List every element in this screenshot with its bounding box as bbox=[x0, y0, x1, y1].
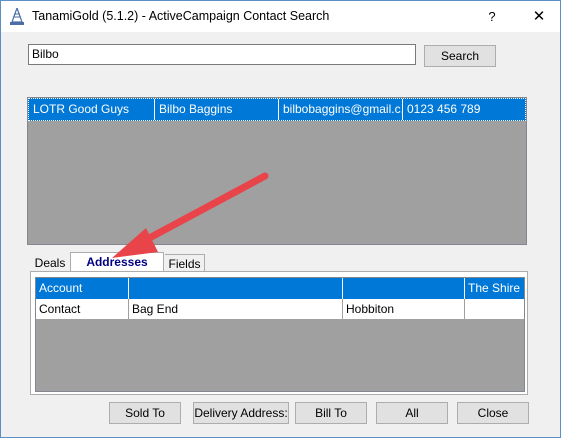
address-street-cell: Bag End bbox=[129, 299, 343, 320]
search-input[interactable] bbox=[28, 44, 416, 65]
search-button[interactable]: Search bbox=[424, 45, 496, 67]
help-button[interactable]: ? bbox=[477, 3, 507, 31]
result-phone-cell: 0123 456 789 bbox=[402, 99, 525, 120]
address-street-cell bbox=[129, 278, 343, 299]
bill-to-button[interactable]: Bill To bbox=[295, 402, 367, 424]
address-type-cell: Contact bbox=[36, 299, 129, 320]
results-list[interactable]: LOTR Good Guys Bilbo Baggins bilbobaggin… bbox=[27, 97, 527, 245]
tab-addresses[interactable]: Addresses bbox=[70, 252, 164, 272]
window-title: TanamiGold (5.1.2) - ActiveCampaign Cont… bbox=[32, 9, 330, 23]
all-button[interactable]: All bbox=[376, 402, 448, 424]
delivery-address-button[interactable]: Delivery Address: bbox=[193, 402, 289, 424]
result-row[interactable]: LOTR Good Guys Bilbo Baggins bilbobaggin… bbox=[28, 98, 526, 121]
address-region-cell: The Shire bbox=[468, 281, 521, 295]
close-button[interactable]: Close bbox=[457, 402, 529, 424]
result-name-cell: Bilbo Baggins bbox=[154, 99, 278, 120]
addresses-panel: Account The Shire Contact Bag End Hobbit… bbox=[30, 271, 528, 395]
app-icon bbox=[10, 8, 24, 25]
addresses-grid[interactable]: Account The Shire Contact Bag End Hobbit… bbox=[35, 277, 525, 392]
address-row-contact[interactable]: Contact Bag End Hobbiton bbox=[36, 299, 524, 320]
close-window-button[interactable]: ✕ bbox=[522, 3, 556, 31]
address-city-cell bbox=[343, 278, 465, 299]
result-list-cell: LOTR Good Guys bbox=[33, 102, 130, 116]
tab-fields[interactable]: Fields bbox=[165, 254, 205, 272]
address-row-account[interactable]: Account The Shire bbox=[36, 278, 524, 299]
result-email-cell: bilbobaggins@gmail.c... bbox=[278, 99, 402, 120]
address-region-cell bbox=[465, 299, 524, 320]
tab-deals[interactable]: Deals bbox=[31, 254, 69, 272]
sold-to-button[interactable]: Sold To bbox=[109, 402, 181, 424]
address-city-cell: Hobbiton bbox=[343, 299, 465, 320]
address-type-cell: Account bbox=[36, 278, 129, 299]
title-bar: TanamiGold (5.1.2) - ActiveCampaign Cont… bbox=[1, 1, 560, 32]
